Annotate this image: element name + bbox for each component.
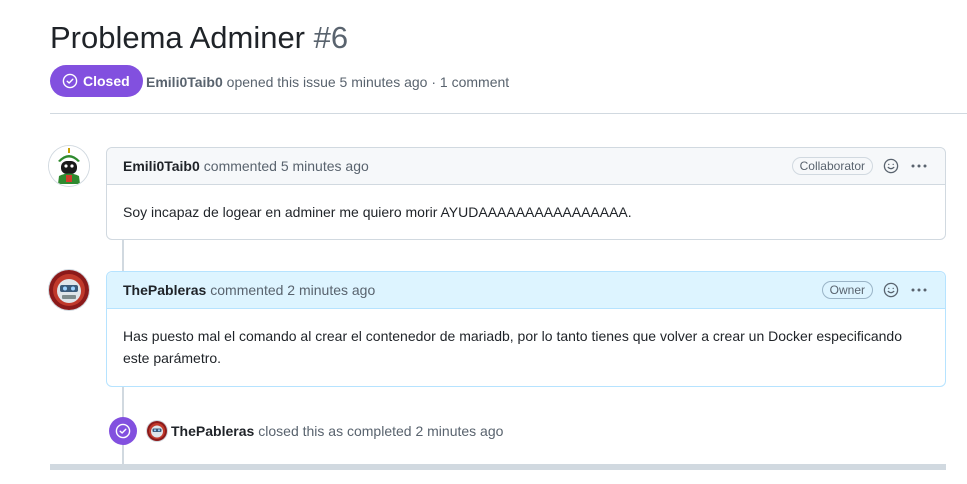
comment-timestamp[interactable]: commented 5 minutes ago <box>204 158 369 174</box>
martian-avatar-icon <box>49 146 89 186</box>
header-divider <box>50 113 967 114</box>
role-label: Owner <box>821 281 873 299</box>
comment-options-button[interactable] <box>909 280 929 300</box>
kebab-horizontal-icon <box>911 288 927 292</box>
comment-1: Emili0Taib0 commented 5 minutes ago Coll… <box>106 147 946 241</box>
check-circle-icon <box>115 423 131 439</box>
smiley-icon <box>883 282 899 298</box>
avatar-thepableras[interactable] <box>49 270 89 310</box>
comment-body: Soy incapaz de logear en adminer me quie… <box>123 204 632 220</box>
comment-2: ThePableras commented 2 minutes ago Owne… <box>106 271 946 387</box>
event-avatar[interactable] <box>147 421 167 441</box>
comment-header: ThePableras commented 2 minutes ago Owne… <box>107 272 945 309</box>
issue-meta: Emili0Taib0 opened this issue 5 minutes … <box>146 74 509 90</box>
timeline-closed-event: ThePableras closed this as completed 2 m… <box>109 417 503 445</box>
comment-header: Emili0Taib0 commented 5 minutes ago Coll… <box>107 148 945 185</box>
robot-avatar-icon <box>147 421 167 441</box>
timeline-bottom-divider <box>50 464 946 470</box>
add-reaction-button[interactable] <box>881 156 901 176</box>
event-text: closed this as completed 2 minutes ago <box>258 423 504 439</box>
issue-number: #6 <box>313 20 349 55</box>
comment-body: Has puesto mal el comando al crear el co… <box>123 328 902 367</box>
issue-title-text: Problema Adminer <box>50 20 306 55</box>
kebab-horizontal-icon <box>911 164 927 168</box>
issue-author-link[interactable]: Emili0Taib0 <box>146 74 223 90</box>
comment-author-link[interactable]: Emili0Taib0 <box>123 158 200 174</box>
event-author-link[interactable]: ThePableras <box>171 423 254 439</box>
comment-timestamp[interactable]: commented 2 minutes ago <box>210 282 375 298</box>
issue-state-label: Closed <box>83 73 130 89</box>
closed-event-badge <box>109 417 137 445</box>
issue-title: Problema Adminer #6 <box>50 20 348 56</box>
avatar-emili0taib0[interactable] <box>49 146 89 186</box>
issue-meta-text: opened this issue 5 minutes ago · 1 comm… <box>226 74 510 90</box>
check-circle-icon <box>62 73 78 89</box>
smiley-icon <box>883 158 899 174</box>
comment-author-link[interactable]: ThePableras <box>123 282 206 298</box>
add-reaction-button[interactable] <box>881 280 901 300</box>
comment-options-button[interactable] <box>909 156 929 176</box>
robot-avatar-icon <box>49 270 89 310</box>
issue-state-badge: Closed <box>50 65 143 97</box>
role-label: Collaborator <box>791 157 873 175</box>
